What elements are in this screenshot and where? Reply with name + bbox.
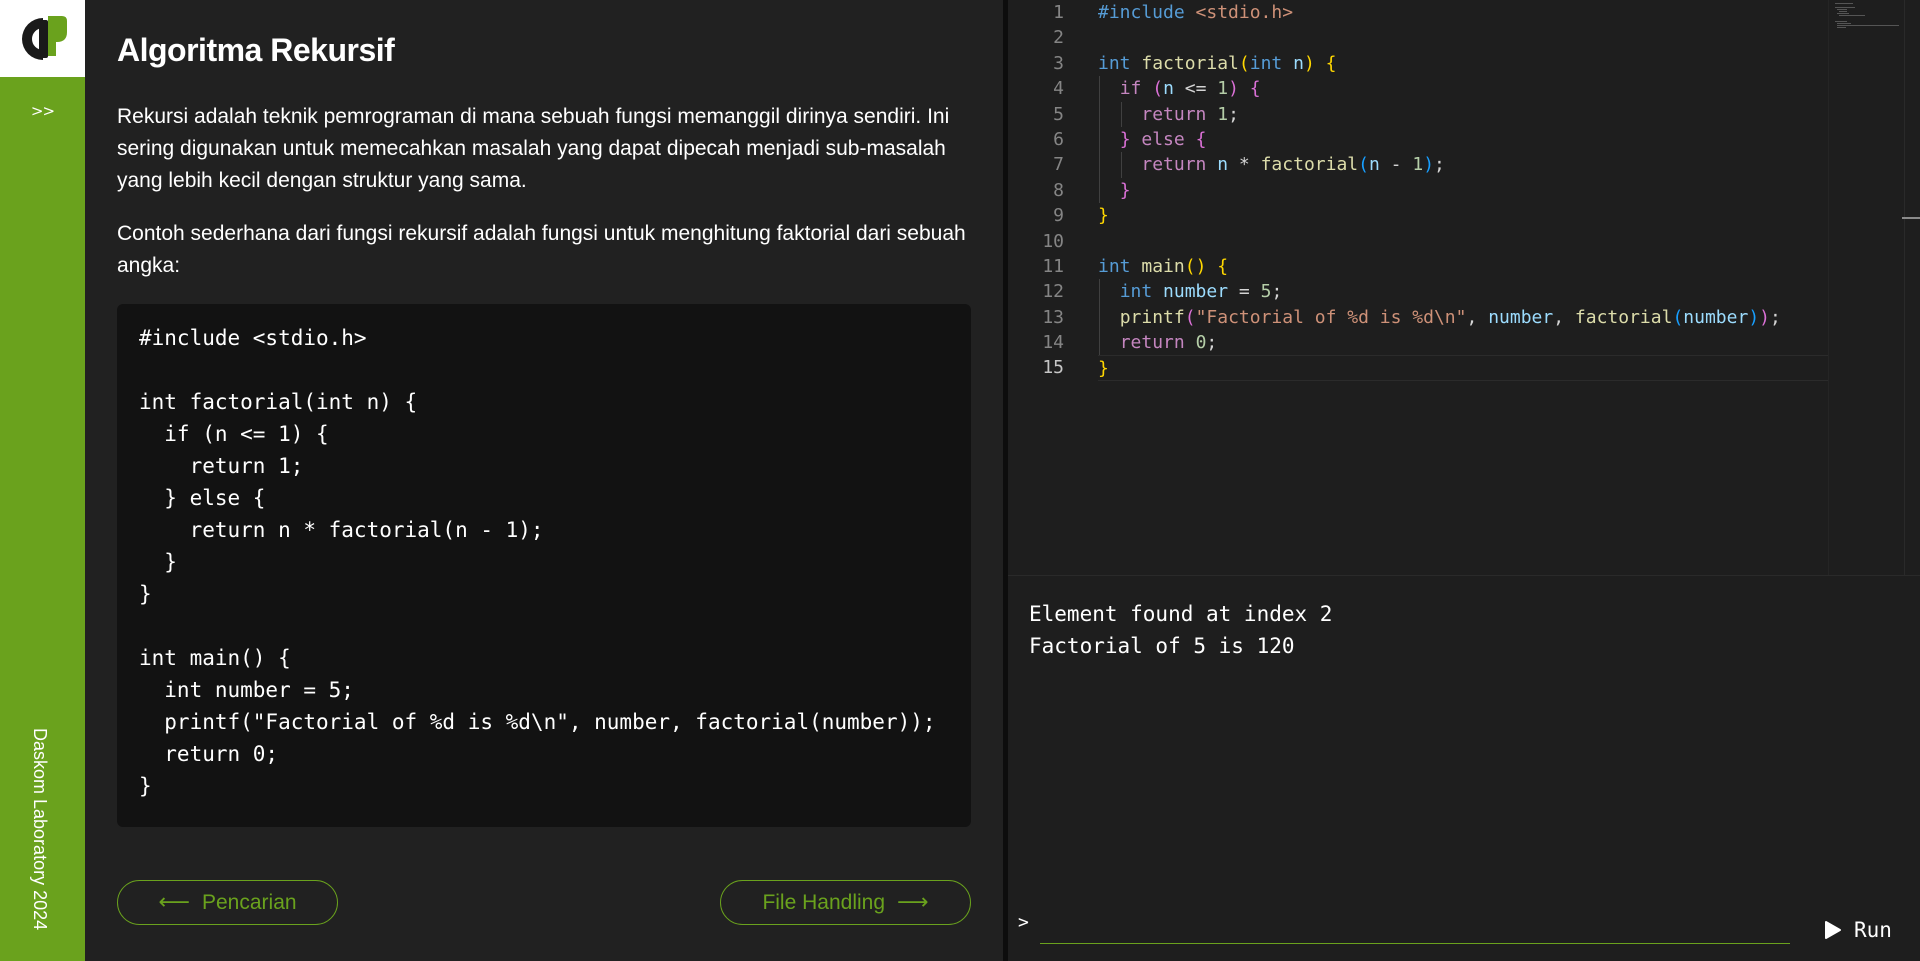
code-line[interactable]: return n * factorial(n - 1);	[1098, 152, 1828, 178]
line-number: 3	[1053, 52, 1064, 74]
editor-minimap[interactable]	[1828, 0, 1904, 575]
code-line[interactable]: return 0;	[1098, 330, 1828, 356]
line-number-gutter: 1 2 3 4 5 6 7 8 9 10 11 12 13 14 15	[1008, 0, 1064, 381]
editor-scrollbar[interactable]	[1904, 0, 1920, 575]
prev-page-label: Pencarian	[201, 890, 297, 914]
code-line[interactable]: }	[1098, 203, 1828, 228]
line-number: 2	[1053, 27, 1064, 49]
line-number: 8	[1053, 179, 1064, 201]
sidebar: >> Daskom Laboratory 2024	[0, 0, 85, 961]
code-line[interactable]	[1098, 25, 1828, 50]
code-line[interactable]: int number = 5;	[1098, 279, 1828, 305]
arrow-left-icon: ⟵	[158, 890, 190, 915]
line-number: 10	[1042, 230, 1064, 252]
intro-paragraph: Rekursi adalah teknik pemrograman di man…	[117, 105, 950, 192]
code-lines[interactable]: #include <stdio.h> int factorial(int n) {…	[1098, 0, 1828, 381]
code-editor[interactable]: 1 2 3 4 5 6 7 8 9 10 11 12 13 14 15 #inc…	[1008, 0, 1920, 575]
code-line[interactable]	[1098, 229, 1828, 254]
code-example-text: #include <stdio.h> int factorial(int n) …	[139, 326, 936, 798]
daskom-logo-icon	[21, 15, 67, 60]
line-number: 9	[1053, 205, 1064, 227]
line-number: 11	[1042, 255, 1064, 277]
line-number: 14	[1042, 332, 1064, 354]
expand-sidebar-button[interactable]: >>	[0, 102, 85, 120]
console-input[interactable]	[1040, 906, 1790, 944]
code-line[interactable]: }	[1098, 355, 1828, 381]
code-example-block: #include <stdio.h> int factorial(int n) …	[117, 304, 971, 827]
line-number: 6	[1053, 128, 1064, 150]
logo[interactable]	[0, 0, 85, 77]
sidebar-footer-text: Daskom Laboratory 2024	[30, 728, 50, 931]
run-button[interactable]: Run	[1822, 912, 1892, 948]
content-panel: Algoritma Rekursif Rekursi adalah teknik…	[85, 0, 1003, 961]
console-prompt: >	[1018, 912, 1029, 933]
line-number: 4	[1053, 78, 1064, 100]
play-icon	[1825, 921, 1841, 939]
code-line[interactable]: }	[1098, 177, 1828, 204]
line-number: 13	[1042, 306, 1064, 328]
line-number: 12	[1042, 281, 1064, 303]
page-title: Algoritma Rekursif	[117, 32, 395, 68]
code-line[interactable]: if (n <= 1) {	[1098, 76, 1828, 102]
code-line[interactable]: int factorial(int n) {	[1098, 51, 1828, 76]
line-number: 7	[1053, 154, 1064, 176]
scrollbar-cursor-marker	[1902, 217, 1920, 219]
code-line[interactable]: printf("Factorial of %d is %d\n", number…	[1098, 304, 1828, 331]
run-label: Run	[1854, 918, 1892, 942]
code-line[interactable]: #include <stdio.h>	[1098, 0, 1828, 25]
example-paragraph: Contoh sederhana dari fungsi rekursif ad…	[117, 222, 966, 277]
prev-page-button[interactable]: ⟵ Pencarian	[117, 880, 338, 925]
line-number: 5	[1053, 103, 1064, 125]
arrow-right-icon: ⟶	[897, 890, 929, 915]
line-number-active: 15	[1042, 357, 1064, 379]
next-page-label: File Handling	[762, 890, 886, 914]
code-line[interactable]: int main() {	[1098, 254, 1828, 279]
code-line[interactable]: } else {	[1098, 126, 1828, 153]
next-page-button[interactable]: File Handling ⟶	[720, 880, 971, 925]
line-number: 1	[1053, 2, 1064, 23]
console-output: Element found at index 2 Factorial of 5 …	[1029, 602, 1333, 658]
code-line[interactable]: return 1;	[1098, 101, 1828, 127]
